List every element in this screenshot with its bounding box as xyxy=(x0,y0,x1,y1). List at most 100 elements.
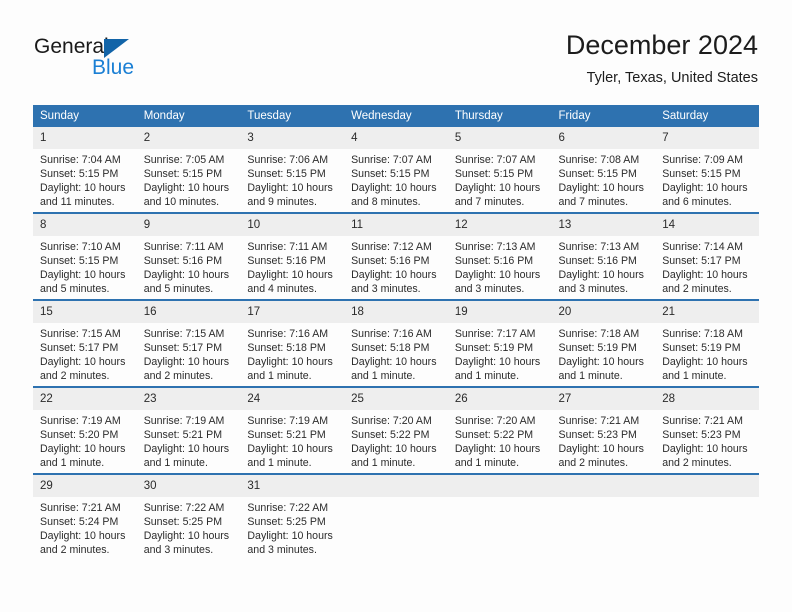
day-number: 6 xyxy=(551,127,656,149)
day-cell[interactable]: 17 Sunrise: 7:16 AM Sunset: 5:18 PM Dayligh… xyxy=(240,299,345,387)
daylight-text-line2: and 11 minutes. xyxy=(40,196,115,209)
daylight-text-line2: and 2 minutes. xyxy=(143,370,214,383)
daylight-text-line1: Daylight: 10 hours xyxy=(558,443,644,456)
day-info: Sunrise: 7:06 AM Sunset: 5:15 PM Daylight:… xyxy=(240,149,344,209)
day-number: 19 xyxy=(447,301,552,323)
day-cell[interactable]: 3 Sunrise: 7:06 AM Sunset: 5:15 PM Daylight… xyxy=(240,127,345,213)
day-cell[interactable]: 18 Sunrise: 7:16 AM Sunset: 5:18 PM Dayligh… xyxy=(344,299,448,387)
day-cell[interactable]: 12 Sunrise: 7:13 AM Sunset: 5:16 PM Dayligh… xyxy=(447,212,552,300)
daylight-text-line1: Daylight: 10 hours xyxy=(143,443,230,456)
day-number: 1 xyxy=(33,127,137,149)
daylight-text-line1: Daylight: 10 hours xyxy=(662,269,748,282)
day-cell[interactable]: 19 Sunrise: 7:17 AM Sunset: 5:19 PM Dayligh… xyxy=(447,299,552,387)
day-info: Sunrise: 7:20 AM Sunset: 5:22 PM Daylight:… xyxy=(448,410,552,470)
daylight-text-line1: Daylight: 10 hours xyxy=(143,356,230,369)
day-cell[interactable]: 21 Sunrise: 7:18 AM Sunset: 5:19 PM Dayligh… xyxy=(655,299,759,387)
sunrise-text: Sunrise: 7:21 AM xyxy=(558,415,640,427)
day-cell[interactable]: 27 Sunrise: 7:21 AM Sunset: 5:23 PM Dayligh… xyxy=(551,386,656,474)
daylight-text-line1: Daylight: 10 hours xyxy=(351,356,437,369)
day-number: 25 xyxy=(344,388,448,410)
day-cell[interactable]: 13 Sunrise: 7:13 AM Sunset: 5:16 PM Dayligh… xyxy=(551,212,656,300)
sunset-text: Sunset: 5:23 PM xyxy=(662,429,741,442)
day-number: 4 xyxy=(344,127,448,149)
day-cell[interactable]: 7 Sunrise: 7:09 AM Sunset: 5:15 PM Daylight… xyxy=(655,127,759,213)
day-cell[interactable]: 16 Sunrise: 7:15 AM Sunset: 5:17 PM Dayligh… xyxy=(136,299,241,387)
sunset-text: Sunset: 5:23 PM xyxy=(558,429,637,442)
day-cell-empty xyxy=(655,473,759,560)
sunrise-text: Sunrise: 7:09 AM xyxy=(662,154,743,166)
week-row: 22 Sunrise: 7:19 AM Sunset: 5:20 PM Dayligh… xyxy=(33,386,759,474)
day-number xyxy=(344,475,448,497)
calendar-head: Sunday Monday Tuesday Wednesday Thursday… xyxy=(33,105,759,127)
day-cell[interactable]: 29 Sunrise: 7:21 AM Sunset: 5:24 PM Dayligh… xyxy=(33,473,137,560)
day-number: 23 xyxy=(136,388,241,410)
daylight-text-line2: and 3 minutes. xyxy=(351,283,421,296)
day-info: Sunrise: 7:19 AM Sunset: 5:20 PM Daylight:… xyxy=(33,410,137,470)
day-cell[interactable]: 15 Sunrise: 7:15 AM Sunset: 5:17 PM Dayligh… xyxy=(33,299,137,387)
day-number: 5 xyxy=(447,127,552,149)
daylight-text-line1: Daylight: 10 hours xyxy=(662,182,748,195)
day-cell[interactable]: 25 Sunrise: 7:20 AM Sunset: 5:22 PM Dayligh… xyxy=(344,386,448,474)
daylight-text-line1: Daylight: 10 hours xyxy=(662,356,748,369)
sunset-text: Sunset: 5:22 PM xyxy=(454,429,534,442)
day-cell[interactable]: 24 Sunrise: 7:19 AM Sunset: 5:21 PM Dayligh… xyxy=(240,386,345,474)
daylight-text-line2: and 1 minute. xyxy=(351,457,416,470)
day-cell[interactable]: 26 Sunrise: 7:20 AM Sunset: 5:22 PM Dayligh… xyxy=(447,386,552,474)
page-header: General Blue December 2024 Tyler, Texas,… xyxy=(0,0,792,100)
day-number: 24 xyxy=(240,388,345,410)
day-cell[interactable]: 20 Sunrise: 7:18 AM Sunset: 5:19 PM Dayligh… xyxy=(551,299,656,387)
sunset-text: Sunset: 5:15 PM xyxy=(454,168,534,181)
day-cell[interactable]: 5 Sunrise: 7:07 AM Sunset: 5:15 PM Daylight… xyxy=(447,127,552,213)
day-cell[interactable]: 1 Sunrise: 7:04 AM Sunset: 5:15 PM Daylight… xyxy=(33,127,137,213)
day-info xyxy=(448,497,552,501)
daylight-text-line2: and 4 minutes. xyxy=(247,283,317,296)
day-number: 17 xyxy=(240,301,345,323)
day-cell[interactable]: 14 Sunrise: 7:14 AM Sunset: 5:17 PM Dayligh… xyxy=(655,212,759,300)
day-cell[interactable]: 28 Sunrise: 7:21 AM Sunset: 5:23 PM Dayligh… xyxy=(655,386,759,474)
sunrise-text: Sunrise: 7:22 AM xyxy=(143,502,225,514)
day-info xyxy=(655,497,759,501)
daylight-text-line2: and 1 minute. xyxy=(558,370,623,383)
day-cell[interactable]: 11 Sunrise: 7:12 AM Sunset: 5:16 PM Dayligh… xyxy=(344,212,448,300)
day-cell[interactable]: 22 Sunrise: 7:19 AM Sunset: 5:20 PM Dayligh… xyxy=(33,386,137,474)
day-cell[interactable]: 30 Sunrise: 7:22 AM Sunset: 5:25 PM Dayligh… xyxy=(136,473,241,560)
sunset-text: Sunset: 5:21 PM xyxy=(247,429,326,442)
day-cell[interactable]: 4 Sunrise: 7:07 AM Sunset: 5:15 PM Daylight… xyxy=(344,127,448,213)
sunrise-text: Sunrise: 7:05 AM xyxy=(143,154,225,166)
sunset-text: Sunset: 5:15 PM xyxy=(247,168,326,181)
sunset-text: Sunset: 5:15 PM xyxy=(143,168,223,181)
sunrise-text: Sunrise: 7:22 AM xyxy=(247,502,329,514)
sunrise-text: Sunrise: 7:14 AM xyxy=(662,241,743,253)
day-cell[interactable]: 6 Sunrise: 7:08 AM Sunset: 5:15 PM Daylight… xyxy=(551,127,656,213)
daylight-text-line1: Daylight: 10 hours xyxy=(143,269,230,282)
day-info: Sunrise: 7:11 AM Sunset: 5:16 PM Daylight:… xyxy=(240,236,344,296)
day-cell[interactable]: 23 Sunrise: 7:19 AM Sunset: 5:21 PM Dayligh… xyxy=(136,386,241,474)
day-info: Sunrise: 7:13 AM Sunset: 5:16 PM Daylight:… xyxy=(448,236,552,296)
day-number xyxy=(447,475,552,497)
day-cell[interactable]: 9 Sunrise: 7:11 AM Sunset: 5:16 PM Daylight… xyxy=(136,212,241,300)
day-cell[interactable]: 31 Sunrise: 7:22 AM Sunset: 5:25 PM Dayligh… xyxy=(240,473,345,560)
day-cell[interactable]: 8 Sunrise: 7:10 AM Sunset: 5:15 PM Daylight… xyxy=(33,212,137,300)
day-info: Sunrise: 7:08 AM Sunset: 5:15 PM Daylight:… xyxy=(552,149,656,209)
sunrise-text: Sunrise: 7:20 AM xyxy=(351,415,432,427)
sunrise-text: Sunrise: 7:10 AM xyxy=(40,241,121,253)
day-info: Sunrise: 7:21 AM Sunset: 5:24 PM Daylight:… xyxy=(33,497,137,557)
daylight-text-line1: Daylight: 10 hours xyxy=(454,356,541,369)
sunrise-text: Sunrise: 7:19 AM xyxy=(40,415,121,427)
sunset-text: Sunset: 5:19 PM xyxy=(454,342,534,355)
weekday-header-saturday: Saturday xyxy=(655,105,759,127)
day-info: Sunrise: 7:05 AM Sunset: 5:15 PM Daylight:… xyxy=(137,149,241,209)
sunset-text: Sunset: 5:15 PM xyxy=(662,168,741,181)
general-blue-logo[interactable]: General Blue xyxy=(34,36,234,82)
sunrise-text: Sunrise: 7:13 AM xyxy=(558,241,640,253)
daylight-text-line1: Daylight: 10 hours xyxy=(351,269,437,282)
day-cell[interactable]: 10 Sunrise: 7:11 AM Sunset: 5:16 PM Dayligh… xyxy=(240,212,345,300)
day-cell[interactable]: 2 Sunrise: 7:05 AM Sunset: 5:15 PM Daylight… xyxy=(136,127,241,213)
sunrise-text: Sunrise: 7:07 AM xyxy=(454,154,536,166)
daylight-text-line2: and 1 minute. xyxy=(351,370,416,383)
sunrise-text: Sunrise: 7:21 AM xyxy=(40,502,121,514)
day-number: 21 xyxy=(655,301,759,323)
day-cell-empty xyxy=(344,473,448,560)
daylight-text-line2: and 3 minutes. xyxy=(558,283,629,296)
sunrise-sunset-calendar: Sunday Monday Tuesday Wednesday Thursday… xyxy=(33,105,759,560)
